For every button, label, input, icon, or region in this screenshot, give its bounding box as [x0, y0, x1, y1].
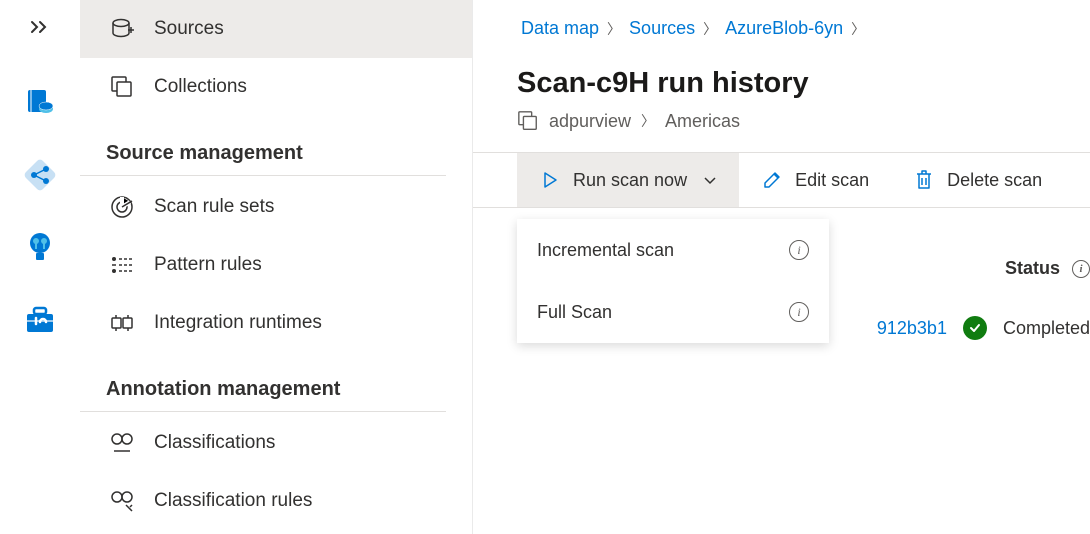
sidebar-item-label: Classification rules	[154, 490, 312, 512]
rail-catalog-icon[interactable]	[22, 85, 58, 121]
dropdown-item-incremental-scan[interactable]: Incremental scan i	[517, 219, 829, 281]
main-content: Data map 〉 Sources 〉 AzureBlob-6yn 〉 Sca…	[473, 0, 1090, 534]
breadcrumb-link[interactable]: AzureBlob-6yn	[725, 18, 843, 39]
sidebar-item-classification-rules[interactable]: Classification rules	[80, 472, 472, 530]
toolbar-button-label: Delete scan	[947, 170, 1042, 191]
pencil-icon	[761, 169, 783, 191]
collections-icon	[517, 110, 539, 132]
sidebar-item-integration-runtimes[interactable]: Integration runtimes	[80, 294, 472, 352]
runtime-icon	[110, 311, 134, 335]
breadcrumb-link[interactable]: Sources	[629, 18, 695, 39]
toolbar: Run scan now Edit scan Delete scan	[473, 152, 1090, 208]
dropdown-item-full-scan[interactable]: Full Scan i	[517, 281, 829, 343]
sidebar-item-classifications[interactable]: Classifications	[80, 414, 472, 472]
collection-path-root: adpurview	[549, 111, 631, 132]
status-column-header: Status	[1005, 258, 1060, 279]
info-icon[interactable]: i	[789, 240, 809, 260]
sidebar-item-label: Pattern rules	[154, 254, 262, 276]
collections-icon	[110, 75, 134, 99]
breadcrumb-link[interactable]: Data map	[521, 18, 599, 39]
collection-path-child: Americas	[665, 111, 740, 132]
chevron-right-double-icon	[30, 20, 50, 34]
rail-map-icon[interactable]	[22, 157, 58, 193]
classification-rules-icon	[110, 489, 134, 513]
diamond-map-icon	[23, 158, 57, 192]
sidebar-section-header: Annotation management	[80, 352, 446, 412]
sidebar-section-header: Source management	[80, 116, 446, 176]
table-header: Status i	[1005, 258, 1090, 279]
rail-management-icon[interactable]	[22, 301, 58, 337]
table-row: 912b3b1 Completed	[877, 316, 1090, 340]
lightbulb-icon	[26, 231, 54, 263]
chevron-right-icon: 〉	[607, 19, 621, 39]
chevron-right-icon: 〉	[703, 19, 717, 39]
chevron-right-icon: 〉	[641, 111, 655, 131]
info-icon[interactable]: i	[789, 302, 809, 322]
sidebar-item-collections[interactable]: Collections	[80, 58, 472, 116]
icon-rail	[0, 0, 80, 534]
database-book-icon	[24, 87, 56, 119]
toolbar-button-label: Run scan now	[573, 170, 687, 191]
sidebar-item-label: Classifications	[154, 432, 275, 454]
sidebar-item-label: Integration runtimes	[154, 312, 322, 334]
sidebar-item-label: Scan rule sets	[154, 196, 274, 218]
check-circle-icon	[963, 316, 987, 340]
sidebar: Sources Collections Source management Sc…	[80, 0, 473, 534]
run-id-link[interactable]: 912b3b1	[877, 318, 947, 339]
chevron-right-icon: 〉	[851, 19, 865, 39]
edit-scan-button[interactable]: Edit scan	[739, 153, 891, 207]
status-value: Completed	[1003, 318, 1090, 339]
sidebar-item-label: Sources	[154, 18, 224, 40]
sidebar-item-label: Collections	[154, 76, 247, 98]
page-title: Scan-c9H run history	[473, 39, 1090, 100]
run-scan-now-button[interactable]: Run scan now	[517, 153, 739, 207]
radar-icon	[110, 195, 134, 219]
sidebar-item-pattern-rules[interactable]: Pattern rules	[80, 236, 472, 294]
chevron-down-icon	[703, 170, 717, 191]
toolbar-button-label: Edit scan	[795, 170, 869, 191]
trash-icon	[913, 169, 935, 191]
play-icon	[539, 169, 561, 191]
database-icon	[110, 17, 134, 41]
dropdown-item-label: Full Scan	[537, 302, 612, 323]
collapse-sidebar-button[interactable]	[26, 16, 54, 43]
toolbox-icon	[24, 304, 56, 334]
rail-insights-icon[interactable]	[22, 229, 58, 265]
collection-path: adpurview 〉 Americas	[473, 100, 1090, 132]
dropdown-item-label: Incremental scan	[537, 240, 674, 261]
sidebar-item-scan-rule-sets[interactable]: Scan rule sets	[80, 178, 472, 236]
sidebar-item-sources[interactable]: Sources	[80, 0, 472, 58]
classifications-icon	[110, 431, 134, 455]
info-icon[interactable]: i	[1072, 260, 1090, 278]
breadcrumb: Data map 〉 Sources 〉 AzureBlob-6yn 〉	[473, 0, 1090, 39]
delete-scan-button[interactable]: Delete scan	[891, 153, 1064, 207]
pattern-icon	[110, 253, 134, 277]
run-scan-dropdown: Incremental scan i Full Scan i	[517, 219, 829, 343]
